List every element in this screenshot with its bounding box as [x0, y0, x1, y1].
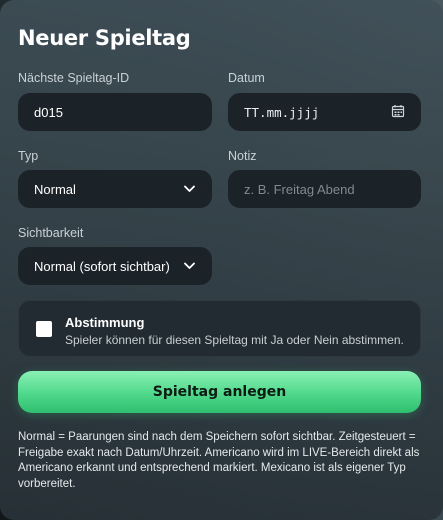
new-matchday-dialog: Neuer Spieltag Nächste Spieltag-ID d015 … — [0, 0, 443, 520]
id-label: Nächste Spieltag-ID — [18, 71, 130, 85]
vote-option-card: Abstimmung Spieler können für diesen Spi… — [18, 300, 421, 357]
type-selected-value: Normal — [34, 181, 76, 197]
vote-title: Abstimmung — [65, 315, 145, 330]
visibility-label: Sichtbarkeit — [18, 226, 84, 240]
note-input[interactable]: z. B. Freitag Abend — [228, 170, 421, 208]
visibility-select[interactable]: Normal (sofort sichtbar) — [18, 247, 212, 285]
type-select[interactable]: Normal — [18, 170, 212, 208]
calendar-icon[interactable] — [391, 104, 405, 121]
date-label: Datum — [228, 71, 265, 85]
dialog-title: Neuer Spieltag — [18, 26, 191, 50]
type-label: Typ — [18, 149, 39, 163]
chevron-down-icon — [182, 259, 196, 273]
note-placeholder: z. B. Freitag Abend — [244, 181, 355, 197]
vote-description: Spieler können für diesen Spieltag mit J… — [65, 333, 404, 347]
note-label: Notiz — [228, 149, 257, 163]
matchday-id-value: d015 — [34, 104, 63, 120]
info-text: Normal = Paarungen sind nach dem Speiche… — [18, 431, 420, 490]
chevron-down-icon — [182, 182, 196, 196]
vote-checkbox[interactable] — [36, 321, 52, 337]
create-matchday-button[interactable]: Spieltag anlegen — [18, 371, 421, 413]
matchday-id-field[interactable]: d015 — [18, 93, 212, 131]
date-input[interactable]: TT.mm.jjjj — [228, 93, 421, 131]
date-placeholder: TT.mm.jjjj — [244, 104, 320, 120]
visibility-selected-value: Normal (sofort sichtbar) — [34, 258, 170, 274]
